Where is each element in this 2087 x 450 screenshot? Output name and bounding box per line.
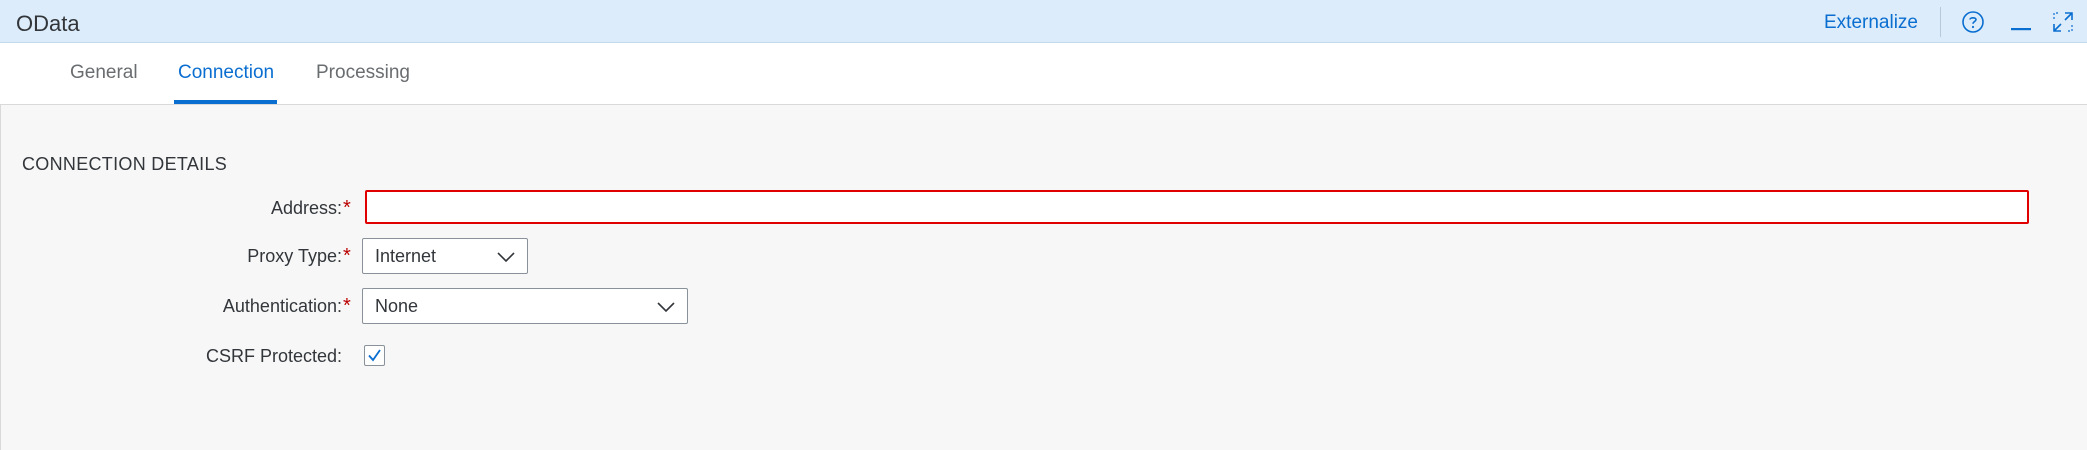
minimize-icon[interactable] [2009, 10, 2033, 34]
checkmark-icon [368, 349, 381, 362]
csrf-protected-label: CSRF Protected: [205, 346, 342, 366]
address-required-mark: * [343, 197, 351, 219]
tab-bar: General Connection Processing [0, 43, 2087, 105]
window-title: OData [16, 11, 80, 36]
tab-general[interactable]: General [70, 62, 138, 84]
proxy-type-select[interactable]: Internet [362, 238, 528, 274]
authentication-required-mark: * [343, 295, 351, 317]
address-label: Address: [270, 198, 342, 218]
panel-left-border [0, 105, 1, 450]
window-header: OData Externalize [0, 0, 2087, 43]
authentication-value: None [375, 296, 419, 316]
chevron-down-icon [497, 250, 515, 263]
authentication-select[interactable]: None [362, 288, 688, 324]
address-input[interactable] [365, 190, 2029, 224]
proxy-type-label: Proxy Type: [247, 246, 342, 266]
maximize-icon[interactable] [2051, 10, 2075, 34]
header-divider [1940, 7, 1941, 37]
chevron-down-icon [657, 300, 675, 313]
proxy-type-value: Internet [375, 246, 437, 266]
tab-connection[interactable]: Connection [178, 62, 274, 84]
authentication-label: Authentication: [222, 296, 342, 316]
externalize-button[interactable]: Externalize [1824, 12, 1918, 34]
proxy-type-required-mark: * [343, 245, 351, 267]
help-icon[interactable] [1961, 10, 1985, 34]
active-tab-indicator [174, 100, 277, 104]
tab-processing[interactable]: Processing [316, 62, 410, 84]
section-title: CONNECTION DETAILS [22, 154, 228, 174]
csrf-protected-checkbox[interactable] [364, 345, 385, 366]
